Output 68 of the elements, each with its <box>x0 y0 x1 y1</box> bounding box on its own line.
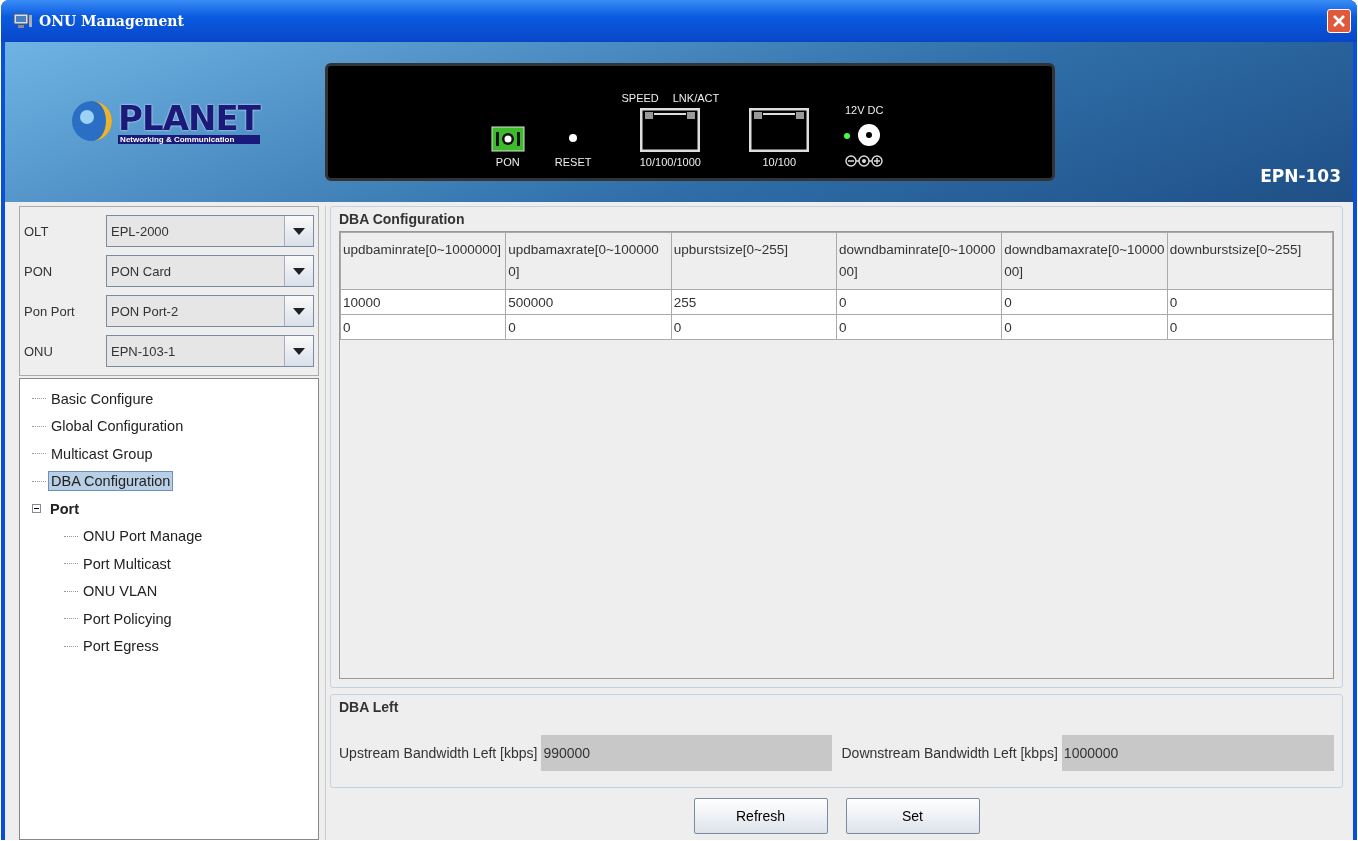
tree-item[interactable]: ONU Port Manage <box>80 526 206 547</box>
tree-item[interactable]: Multicast Group <box>48 443 156 464</box>
tree-item[interactable]: Port Egress <box>80 636 162 657</box>
reset-hole-icon <box>569 134 578 142</box>
port-label: 10/100/1000 <box>639 156 701 168</box>
table-cell[interactable]: 0 <box>671 314 837 340</box>
led-label: LNK/ACT <box>672 92 720 104</box>
tree-item[interactable]: Port Policying <box>80 608 175 629</box>
logo-tagline: Networking & Communication <box>118 134 260 144</box>
ethernet-port-icon <box>749 108 810 152</box>
model-label: EPN-103 <box>1260 166 1341 186</box>
table-cell[interactable]: 10000 <box>340 289 506 315</box>
tree-item[interactable]: DBA Configuration <box>48 471 174 492</box>
table-cell[interactable]: 0 <box>1167 289 1333 315</box>
column-header: updbaminrate[0~1000000] <box>340 232 506 290</box>
group-title: DBA Configuration <box>339 211 466 227</box>
field-label: PON <box>24 263 54 279</box>
caret-icon <box>293 307 305 315</box>
tree-item[interactable]: Port <box>47 498 82 519</box>
field-label: ONU <box>24 343 54 359</box>
refresh-button[interactable]: Refresh <box>693 798 828 834</box>
dropdown[interactable]: EPL-2000 <box>106 215 314 247</box>
caret-icon <box>293 347 305 355</box>
logo-text: PLANET <box>118 100 260 135</box>
table-cell[interactable]: 0 <box>505 314 672 340</box>
polarity-icon <box>844 154 885 168</box>
field-label: Downstream Bandwidth Left [kbps] <box>841 745 1058 761</box>
pon-port-icon <box>490 126 525 152</box>
close-icon <box>1332 14 1346 28</box>
column-header: downburstsize[0~255] <box>1167 232 1333 290</box>
close-button[interactable] <box>1327 9 1351 33</box>
field-label: OLT <box>24 223 50 239</box>
set-button[interactable]: Set <box>845 798 980 834</box>
readonly-field: 990000 <box>541 735 832 771</box>
tree-item[interactable]: Basic Configure <box>48 388 157 409</box>
column-header: upburstsize[0~255] <box>671 232 837 290</box>
tree-item[interactable]: Port Multicast <box>80 553 174 574</box>
column-header: updbamaxrate[0~1000000] <box>505 232 672 290</box>
column-header: downdbaminrate[0~1000000] <box>836 232 1002 290</box>
group-title: DBA Left <box>339 699 400 715</box>
power-label: 12V DC <box>844 104 884 116</box>
table-cell[interactable]: 0 <box>1001 314 1168 340</box>
table-cell[interactable]: 0 <box>836 314 1002 340</box>
led-label: SPEED <box>621 92 659 104</box>
column-header: downdbamaxrate[0~1000000] <box>1001 232 1168 290</box>
table-cell[interactable]: 500000 <box>505 289 672 315</box>
port-label: RESET <box>554 156 592 168</box>
caret-icon <box>293 227 305 235</box>
ethernet-port-icon <box>640 108 701 152</box>
field-label: Upstream Bandwidth Left [kbps] <box>339 745 538 761</box>
port-label: PON <box>495 156 520 168</box>
dropdown[interactable]: EPN-103-1 <box>106 335 314 367</box>
table-cell[interactable]: 255 <box>671 289 837 315</box>
dropdown[interactable]: PON Port-2 <box>106 295 314 327</box>
tree-item[interactable]: ONU VLAN <box>80 581 161 602</box>
table-cell[interactable]: 0 <box>340 314 506 340</box>
table-cell[interactable]: 0 <box>836 289 1002 315</box>
port-label: 10/100 <box>762 156 797 168</box>
tree-item[interactable]: Global Configuration <box>48 416 187 437</box>
table-cell[interactable]: 0 <box>1001 289 1168 315</box>
collapse-icon[interactable] <box>32 504 41 514</box>
monitor-icon <box>13 13 33 29</box>
dropdown[interactable]: PON Card <box>106 255 314 287</box>
window-title: ONU Management <box>39 13 185 29</box>
caret-icon <box>293 267 305 275</box>
readonly-field: 1000000 <box>1061 735 1334 771</box>
field-label: Pon Port <box>24 303 76 319</box>
table-cell[interactable]: 0 <box>1167 314 1333 340</box>
